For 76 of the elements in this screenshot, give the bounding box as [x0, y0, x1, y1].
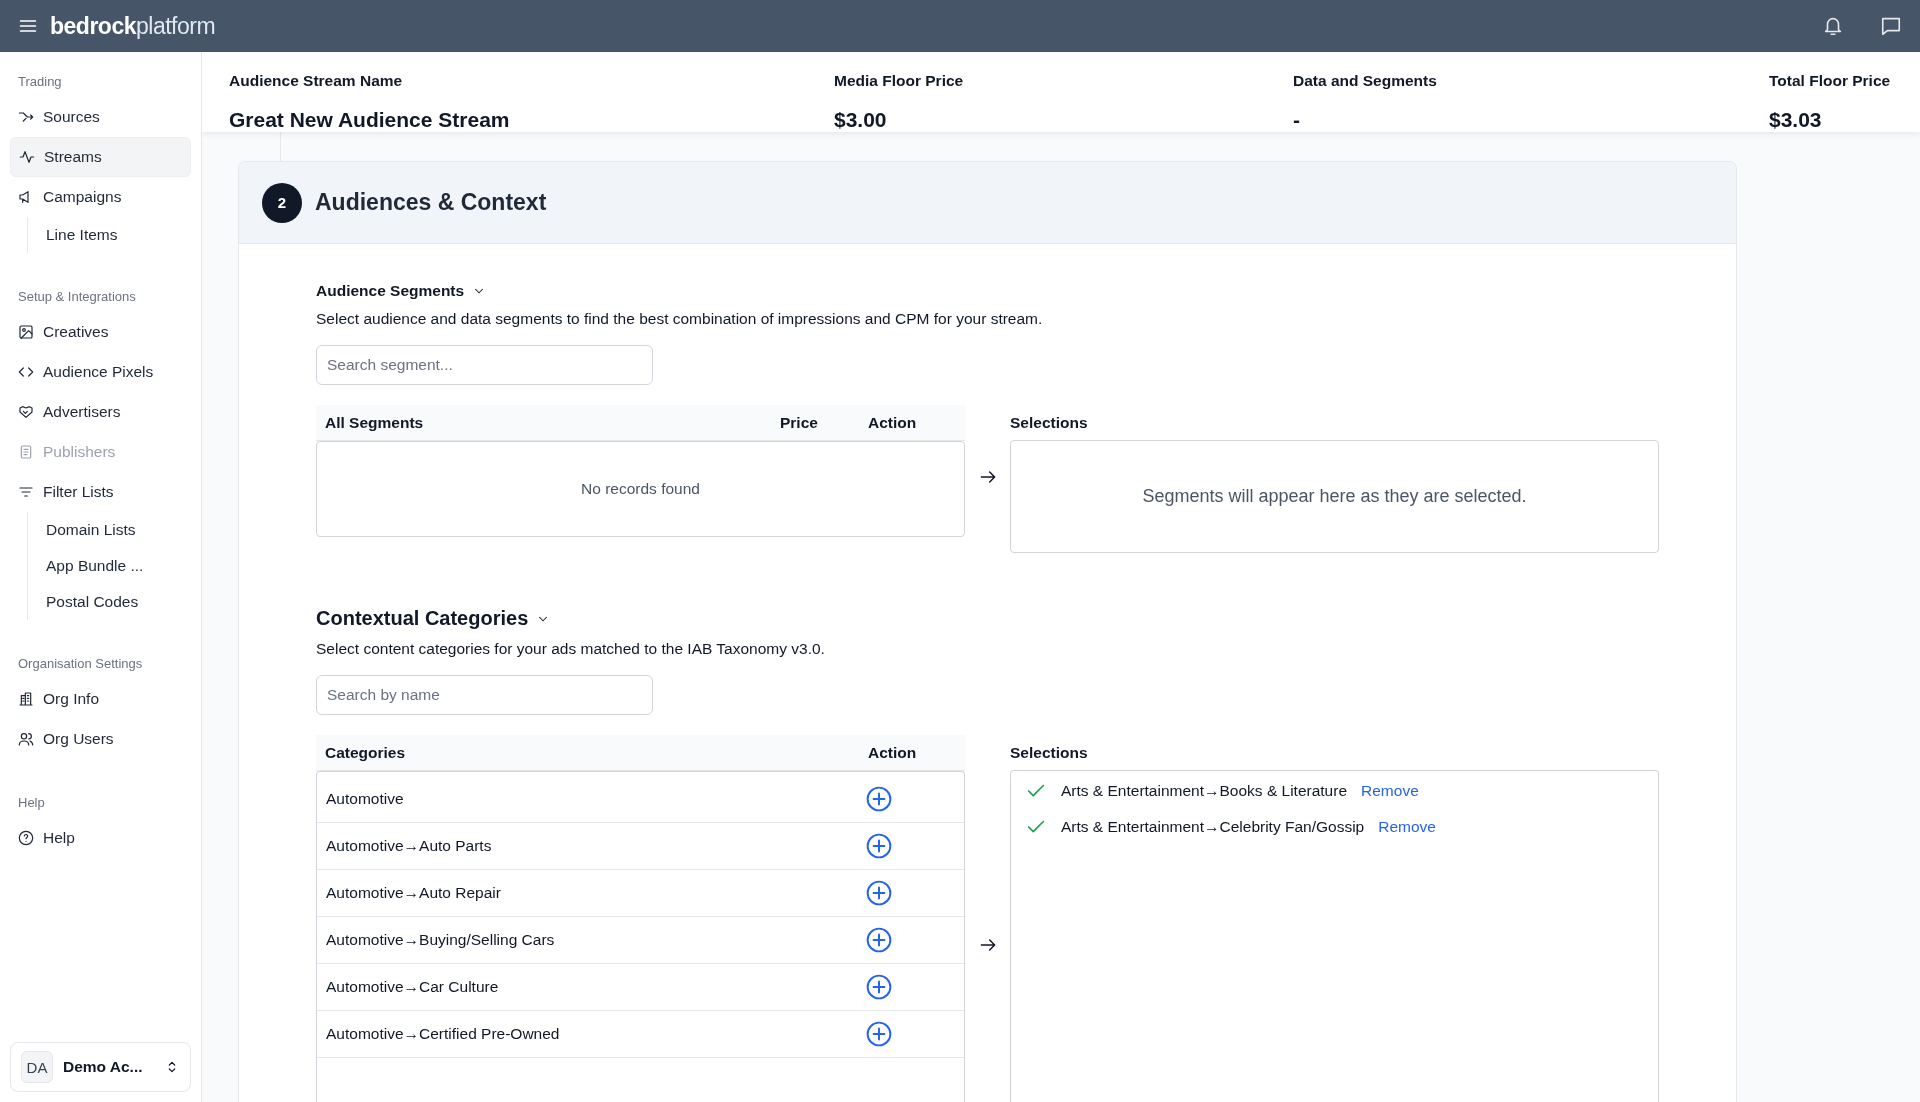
users-icon [18, 731, 34, 747]
plus-circle-icon [866, 927, 892, 953]
plus-circle-icon [866, 833, 892, 859]
column-header: Action [868, 743, 918, 762]
logo: bedrockplatform [50, 12, 216, 40]
step-number: 2 [262, 182, 302, 223]
category-name: Automotive→Auto Parts [326, 837, 493, 855]
handshake-icon [18, 404, 34, 420]
nav-item[interactable]: Creatives [10, 312, 191, 352]
section-toggle[interactable]: Contextual Categories [316, 607, 551, 630]
selected-category: Arts & Entertainment→Books & Literature [1061, 782, 1348, 800]
summary-label: Media Floor Price [834, 72, 965, 90]
document-icon [18, 444, 34, 460]
section-description: Select content categories for your ads matched to the IAB Taxonomy v3.0. [316, 640, 826, 658]
messages-button[interactable] [1880, 15, 1902, 37]
code-icon [18, 364, 34, 380]
section-heading: Organisation Settings [17, 655, 144, 673]
nav-item[interactable]: Org Users [10, 719, 191, 759]
plus-circle-icon [866, 974, 892, 1000]
notifications-button[interactable] [1822, 15, 1844, 37]
search-field[interactable]: Search segment... [316, 345, 653, 385]
category-name: Automotive→Auto Repair [326, 884, 502, 902]
summary-value: $3.03 [1769, 108, 1823, 132]
nav-item[interactable]: Audience Pixels [10, 352, 191, 392]
image-icon [18, 324, 34, 340]
plus-circle-icon [866, 880, 892, 906]
empty-message: No records found [581, 480, 700, 498]
help-icon [18, 830, 34, 846]
plus-circle-icon [866, 786, 892, 812]
nav-item[interactable]: Advertisers [10, 392, 191, 432]
nav-item[interactable]: Streams [10, 137, 191, 177]
arrows-icon [18, 109, 34, 125]
summary-value: Great New Audience Stream [229, 108, 511, 132]
section-description: Select audience and data segments to find the best combination of impressions and CPM for your stream. [316, 310, 1044, 328]
nav-item[interactable]: Org Info [10, 679, 191, 719]
plus-circle-icon [866, 1021, 892, 1047]
selections-heading: Selections [1010, 412, 1089, 433]
bell-icon [1822, 15, 1844, 37]
chat-icon [1880, 15, 1902, 37]
category-name: Automotive→Buying/Selling Cars [326, 931, 556, 949]
search-field[interactable]: Search by name [316, 675, 653, 715]
nav-subitem[interactable]: Line Items [46, 217, 191, 253]
filter-icon [18, 484, 34, 500]
nav-subitem[interactable]: Postal Codes [46, 584, 191, 620]
remove-link[interactable]: Remove [1378, 818, 1436, 836]
nav-item[interactable]: Filter Lists [10, 472, 191, 512]
nav-subitem[interactable]: Domain Lists [46, 512, 191, 548]
remove-link[interactable]: Remove [1361, 782, 1419, 800]
summary-label: Data and Segments [1293, 72, 1438, 90]
category-name: Automotive [326, 790, 405, 808]
summary-value: $3.00 [834, 108, 888, 132]
section-heading: Setup & Integrations [17, 288, 137, 306]
category-name: Automotive→Car Culture [326, 978, 500, 996]
summary-label: Audience Stream Name [229, 72, 404, 90]
selections-heading: Selections [1010, 742, 1089, 763]
pulse-icon [19, 149, 35, 165]
column-header: Categories [325, 743, 407, 762]
section-heading: Trading [17, 73, 63, 91]
avatar: DA [21, 1051, 53, 1083]
account-switcher[interactable]: DA Demo Ac... [10, 1042, 191, 1092]
nav-item[interactable]: Campaigns [10, 177, 191, 217]
summary-value: - [1293, 108, 1301, 132]
section-heading: Help [17, 794, 46, 812]
category-name: Automotive→Certified Pre-Owned [326, 1025, 561, 1043]
section-toggle[interactable]: Audience Segments [316, 282, 487, 300]
column-header: All Segments [325, 413, 425, 432]
column-header: Action [868, 413, 918, 432]
nav-item[interactable]: Help [10, 818, 191, 858]
summary-label: Total Floor Price [1769, 72, 1892, 90]
step-title: Audiences & Context [315, 189, 547, 216]
empty-selections-message: Segments will appear here as they are selected. [1142, 486, 1527, 507]
nav-item[interactable]: Sources [10, 97, 191, 137]
nav-subitem[interactable]: App Bundle ... [46, 548, 191, 584]
column-header: Price [780, 413, 819, 432]
selected-category: Arts & Entertainment→Celebrity Fan/Gossip [1061, 818, 1365, 836]
building-icon [18, 691, 34, 707]
